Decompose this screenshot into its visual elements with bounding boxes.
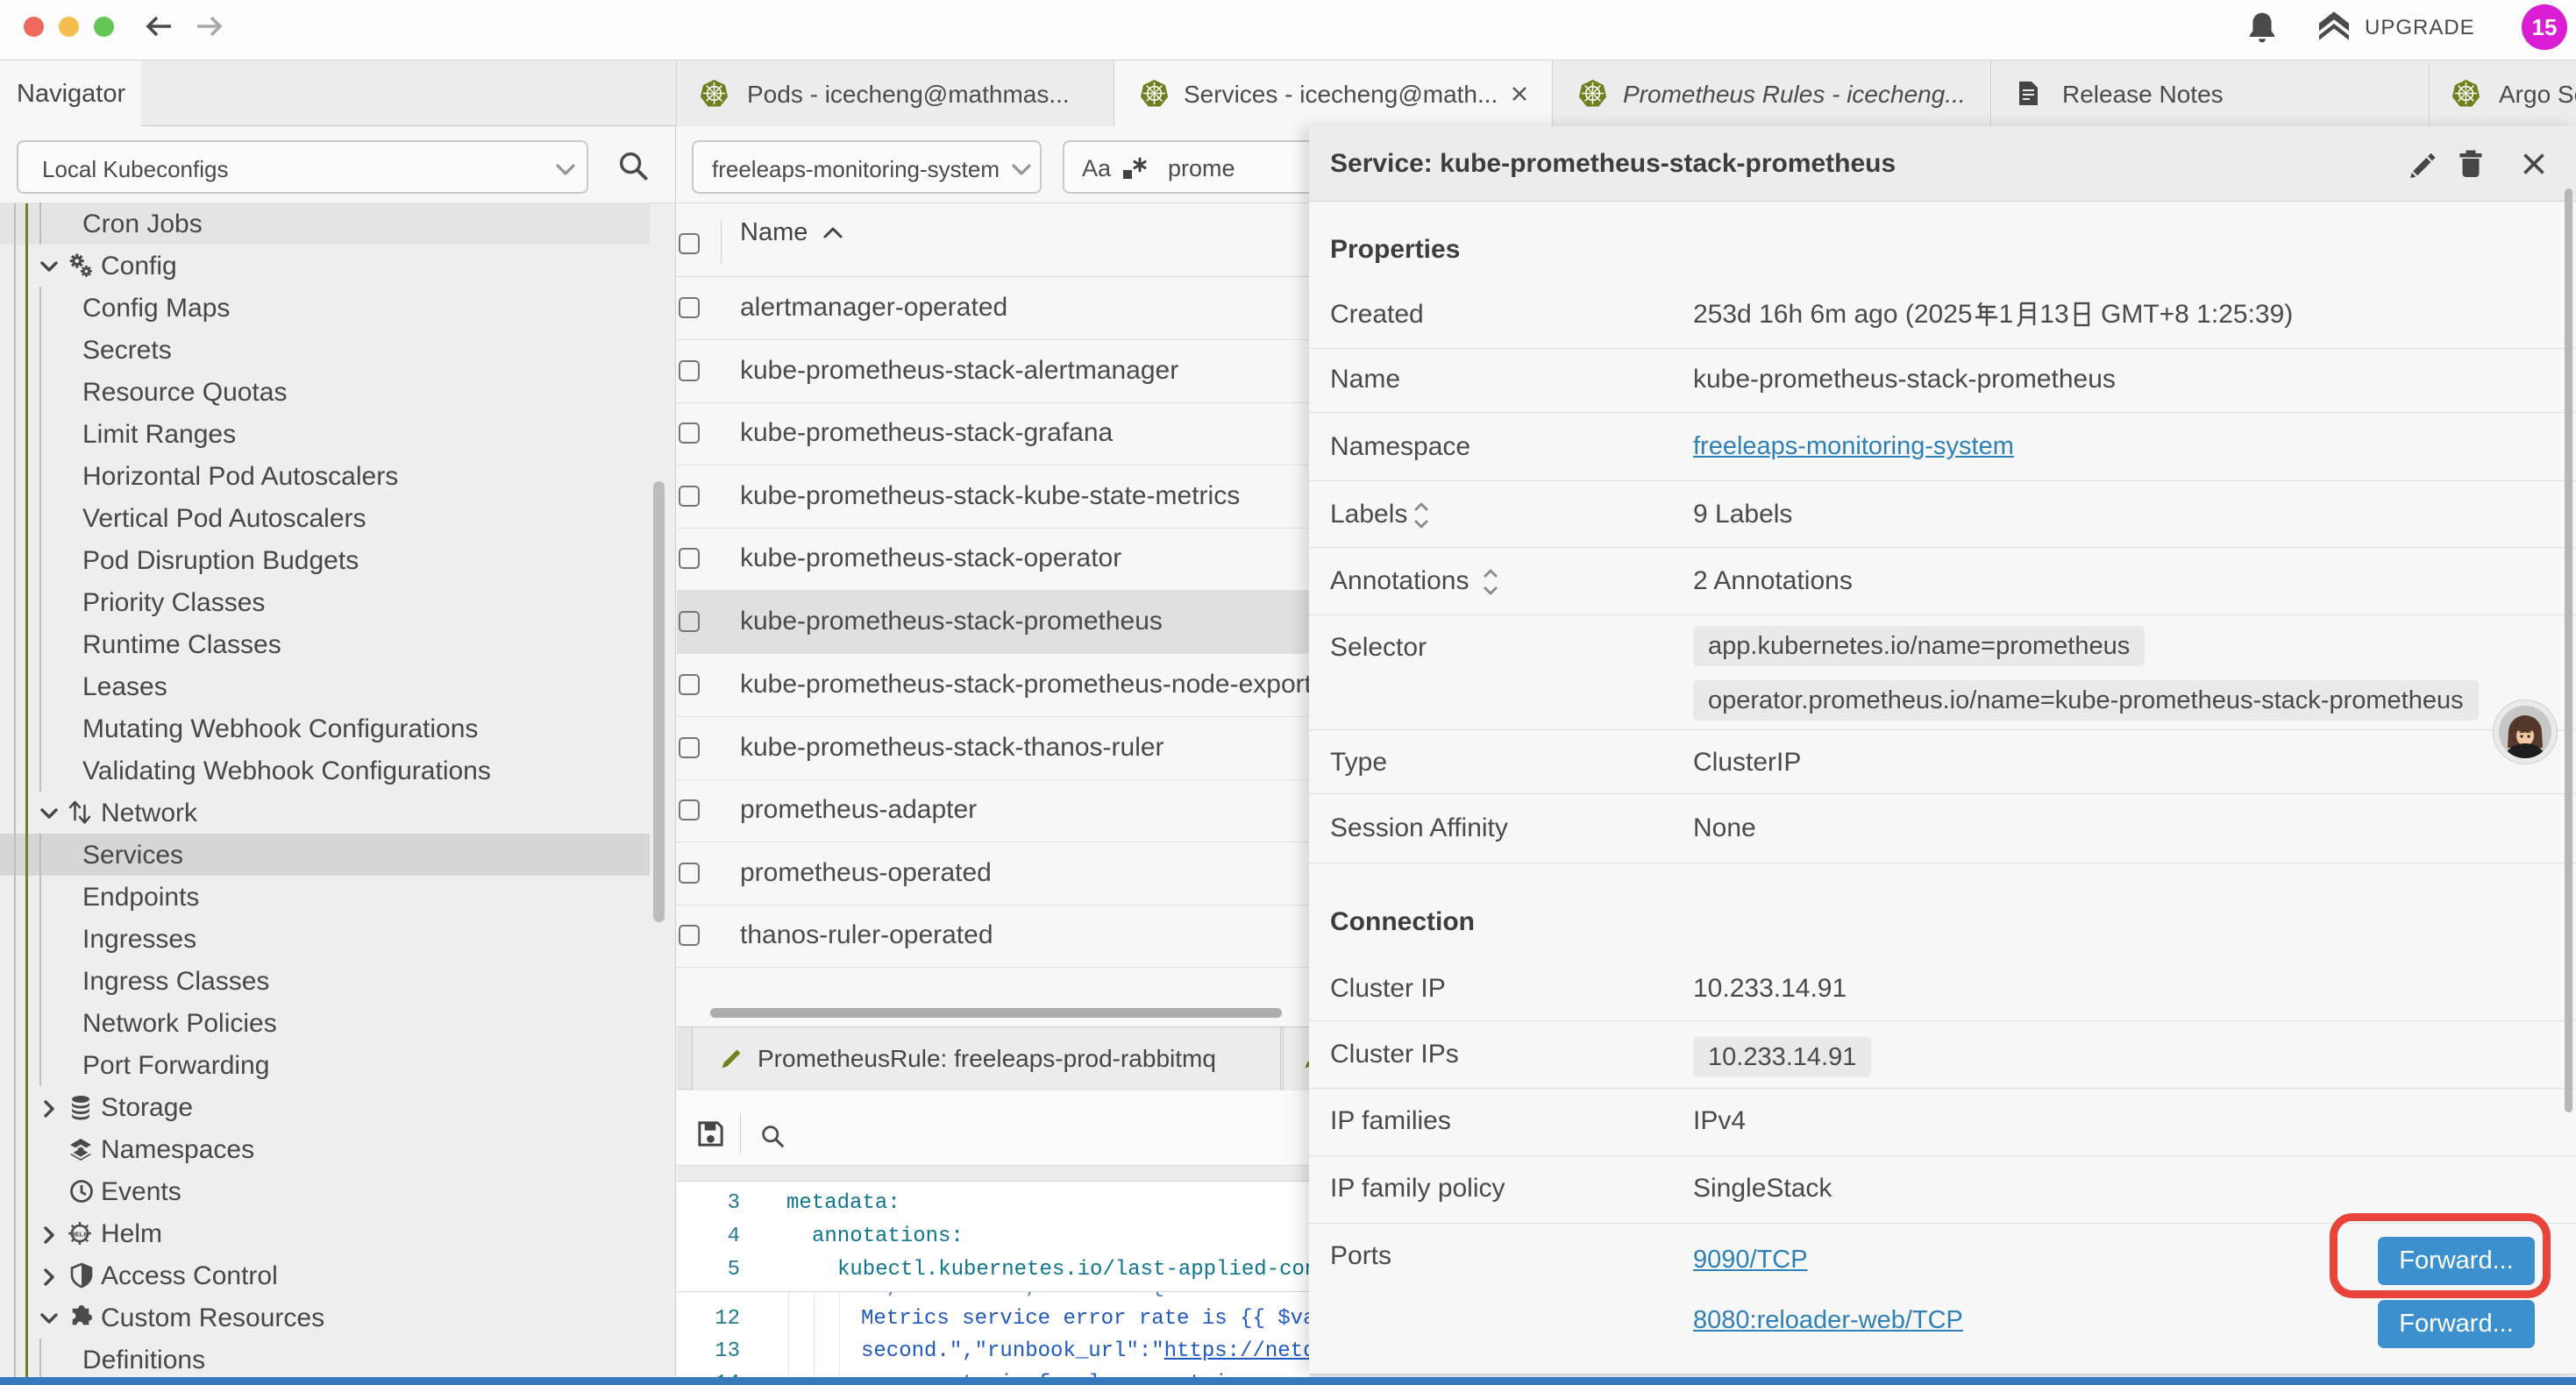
svg-text:HELM: HELM — [70, 1231, 89, 1239]
